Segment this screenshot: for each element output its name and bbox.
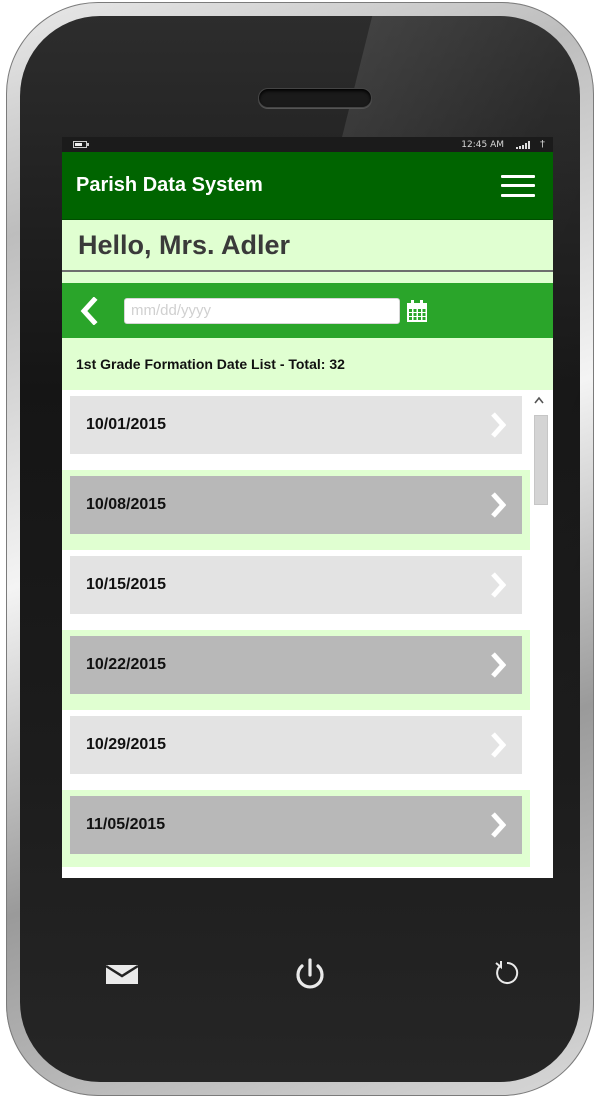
chevron-right-icon	[491, 812, 506, 838]
date-row-button[interactable]: 10/08/2015	[70, 476, 522, 534]
power-icon[interactable]	[290, 955, 330, 995]
mail-icon[interactable]	[104, 962, 140, 986]
list-item: 10/08/2015	[62, 470, 530, 550]
phone-screen: 12:45 AM † Parish Data System Hello, Mrs…	[62, 137, 553, 878]
greeting-text: Hello, Mrs. Adler	[78, 229, 291, 260]
app-title: Parish Data System	[76, 174, 263, 196]
refresh-icon[interactable]	[492, 958, 522, 988]
signal-icon	[516, 140, 530, 149]
list-title: 1st Grade Formation Date List - Total: 3…	[62, 338, 553, 390]
antenna-icon: †	[540, 139, 545, 150]
greeting-bar: Hello, Mrs. Adler	[62, 220, 553, 272]
date-list: 10/01/2015 10/08/2015 10/15/2015 10/22/2…	[62, 390, 553, 867]
list-item: 11/05/2015	[62, 790, 530, 867]
date-row-button[interactable]: 10/01/2015	[70, 396, 522, 454]
hamburger-menu-icon[interactable]	[501, 174, 535, 197]
date-row-button[interactable]: 10/29/2015	[70, 716, 522, 774]
row-date: 10/22/2015	[86, 656, 167, 673]
list-item: 10/29/2015	[62, 710, 530, 790]
chevron-right-icon	[491, 652, 506, 678]
app-header: Parish Data System	[62, 152, 553, 220]
row-date: 10/01/2015	[86, 416, 167, 433]
chevron-right-icon	[491, 492, 506, 518]
date-row-button[interactable]: 11/05/2015	[70, 796, 522, 854]
list-item: 10/01/2015	[62, 390, 530, 470]
date-input[interactable]	[124, 297, 400, 324]
chevron-right-icon	[491, 412, 506, 438]
scroll-up-icon[interactable]	[534, 396, 544, 404]
date-row-button[interactable]: 10/15/2015	[70, 556, 522, 614]
date-filter-bar	[62, 283, 553, 338]
chevron-right-icon	[491, 572, 506, 598]
chevron-left-icon[interactable]	[80, 296, 100, 326]
row-date: 10/29/2015	[86, 736, 167, 753]
battery-icon	[73, 141, 89, 148]
scroll-thumb[interactable]	[534, 415, 548, 505]
row-date: 10/15/2015	[86, 576, 167, 593]
phone-speaker	[258, 88, 372, 108]
status-bar: 12:45 AM †	[62, 137, 553, 152]
date-row-button[interactable]: 10/22/2015	[70, 636, 522, 694]
row-date: 10/08/2015	[86, 496, 167, 513]
chevron-right-icon	[491, 732, 506, 758]
divider	[62, 272, 553, 283]
scrollbar[interactable]	[530, 390, 549, 867]
calendar-icon[interactable]	[406, 299, 428, 323]
status-time: 12:45 AM	[461, 139, 504, 150]
list-item: 10/22/2015	[62, 630, 530, 710]
list-item: 10/15/2015	[62, 550, 530, 630]
row-date: 11/05/2015	[86, 816, 166, 833]
